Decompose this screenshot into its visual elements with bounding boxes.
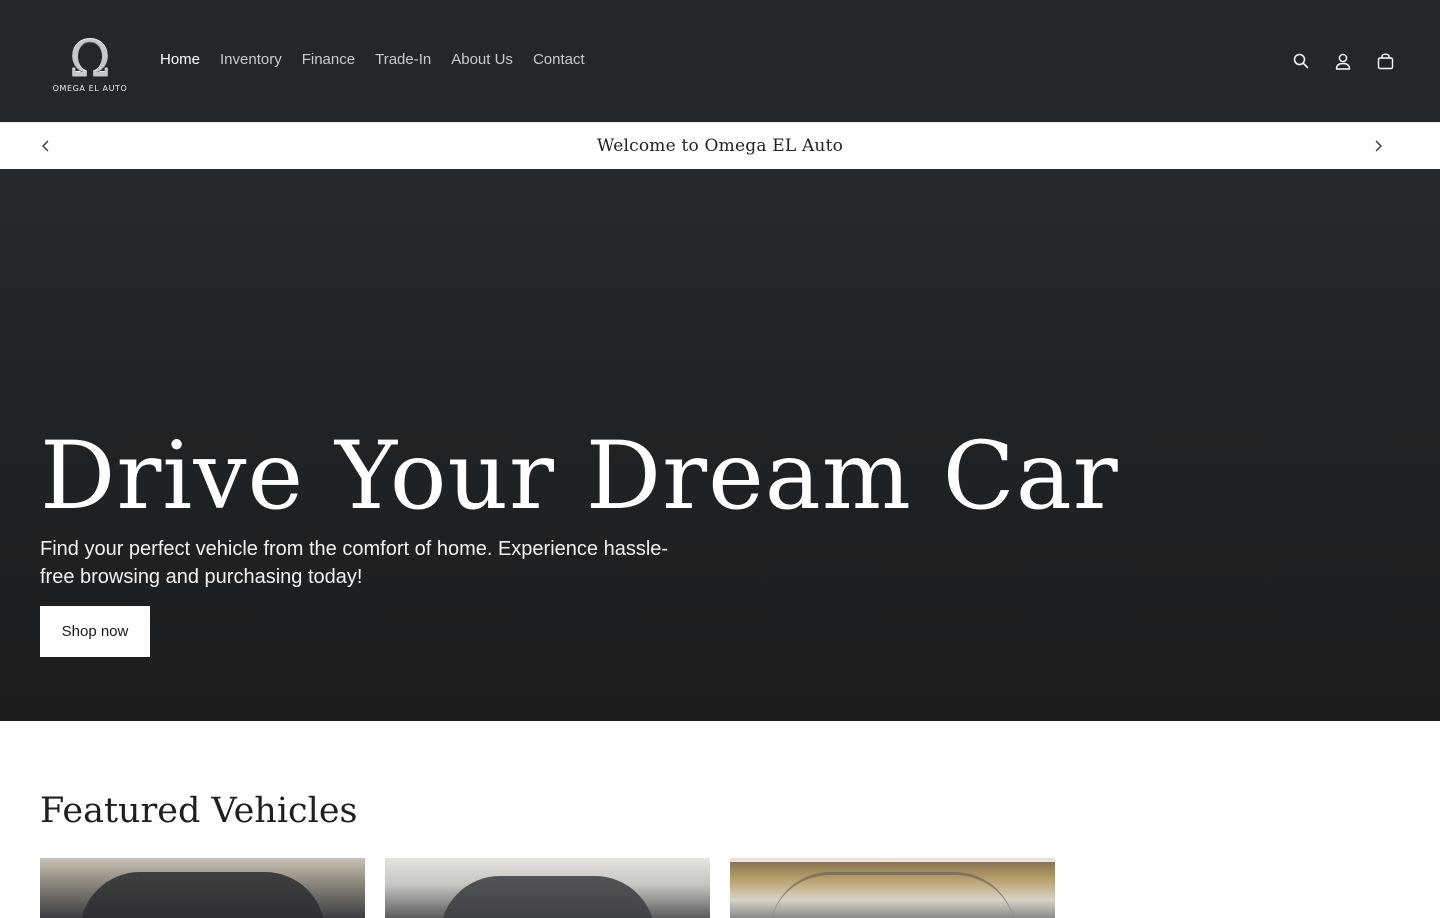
cart-icon[interactable] <box>1374 50 1396 72</box>
nav-contact[interactable]: Contact <box>523 50 595 70</box>
car-image <box>770 872 1015 918</box>
account-icon[interactable] <box>1332 50 1354 72</box>
announcement-text: Welcome to Omega EL Auto <box>596 136 844 156</box>
nav-trade-in[interactable]: Trade-In <box>365 50 441 70</box>
search-icon[interactable] <box>1290 50 1312 72</box>
chevron-left-icon[interactable] <box>36 136 56 156</box>
hero-banner: Drive Your Dream Car Find your perfect v… <box>0 169 1440 721</box>
hero-title: Drive Your Dream Car <box>40 422 1119 531</box>
logo-text: OMEGA EL AUTO <box>52 84 128 93</box>
shop-now-button[interactable]: Shop now <box>40 606 150 657</box>
vehicle-card-image[interactable] <box>40 858 365 918</box>
hero-subtitle: Find your perfect vehicle from the comfo… <box>40 538 669 588</box>
showroom-light <box>730 858 1055 862</box>
chevron-right-icon[interactable] <box>1368 136 1388 156</box>
logo[interactable]: Ω OMEGA EL AUTO <box>50 30 130 96</box>
featured-section: Featured Vehicles <box>0 721 1440 918</box>
main-nav: Home Inventory Finance Trade-In About Us… <box>150 50 595 70</box>
car-image <box>80 872 325 918</box>
nav-finance[interactable]: Finance <box>292 50 365 70</box>
featured-title: Featured Vehicles <box>40 791 358 831</box>
site-header: Ω OMEGA EL AUTO Home Inventory Finance T… <box>0 0 1440 122</box>
announcement-bar: Welcome to Omega EL Auto <box>0 122 1440 169</box>
vehicle-card-image[interactable] <box>385 858 710 918</box>
vehicle-card-image[interactable] <box>730 858 1055 918</box>
nav-about-us[interactable]: About Us <box>441 50 523 70</box>
nav-inventory[interactable]: Inventory <box>210 50 292 70</box>
vehicle-cards <box>40 858 1055 918</box>
nav-home[interactable]: Home <box>150 50 210 70</box>
car-image <box>440 876 655 918</box>
header-icons <box>1290 50 1396 72</box>
logo-mark: Ω <box>69 30 111 88</box>
